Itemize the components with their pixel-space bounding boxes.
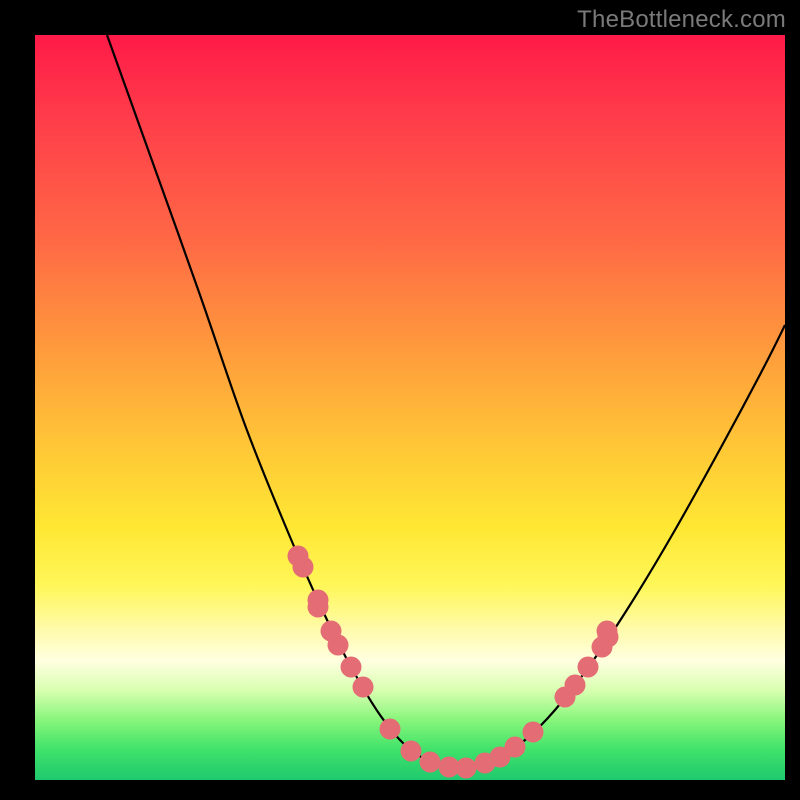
data-marker bbox=[578, 657, 599, 678]
data-marker bbox=[341, 657, 362, 678]
curve-svg bbox=[35, 35, 785, 780]
data-marker bbox=[597, 621, 618, 642]
data-marker bbox=[420, 752, 441, 773]
data-marker bbox=[293, 557, 314, 578]
data-marker bbox=[401, 741, 422, 762]
data-marker bbox=[565, 675, 586, 696]
plot-area bbox=[35, 35, 785, 780]
bottleneck-curve bbox=[107, 35, 785, 769]
marker-group bbox=[288, 546, 619, 779]
data-marker bbox=[523, 722, 544, 743]
chart-frame: TheBottleneck.com bbox=[0, 0, 800, 800]
data-marker bbox=[308, 597, 329, 618]
data-marker bbox=[456, 758, 477, 779]
data-marker bbox=[380, 719, 401, 740]
data-marker bbox=[328, 635, 349, 656]
watermark-text: TheBottleneck.com bbox=[577, 6, 786, 34]
data-marker bbox=[505, 737, 526, 758]
data-marker bbox=[353, 677, 374, 698]
